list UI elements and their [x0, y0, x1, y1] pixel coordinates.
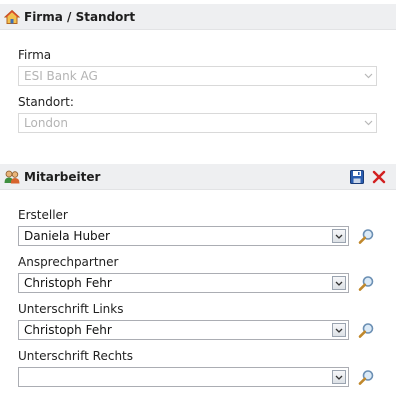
signature-left-select-value: Christoph Fehr [24, 323, 112, 337]
people-icon [4, 169, 20, 185]
employee-header: Mitarbeiter [0, 164, 396, 190]
chevron-down-icon[interactable] [332, 276, 346, 290]
chevron-down-icon [360, 73, 376, 79]
signature-left-select[interactable]: Christoph Fehr [18, 320, 349, 340]
signature-left-label: Unterschrift Links [18, 302, 124, 316]
chevron-down-icon[interactable] [332, 370, 346, 384]
employee-panel: Mitarbeiter [0, 164, 396, 190]
home-icon [4, 9, 20, 25]
company-location-panel: Firma / Standort [0, 4, 396, 30]
location-select-value: London [24, 116, 68, 130]
company-label: Firma [18, 48, 52, 62]
contact-search-icon[interactable] [357, 274, 375, 292]
company-select-value: ESI Bank AG [24, 69, 98, 83]
creator-search-icon[interactable] [357, 227, 375, 245]
contact-select-value: Christoph Fehr [24, 276, 112, 290]
company-location-header: Firma / Standort [0, 4, 396, 30]
creator-select-value: Daniela Huber [24, 229, 110, 243]
location-select[interactable]: London [18, 113, 377, 133]
company-select[interactable]: ESI Bank AG [18, 66, 377, 86]
chevron-down-icon[interactable] [332, 323, 346, 337]
employee-title: Mitarbeiter [24, 169, 101, 184]
signature-right-search-icon[interactable] [357, 368, 375, 386]
chevron-down-icon [360, 120, 376, 126]
creator-label: Ersteller [18, 208, 68, 222]
signature-right-label: Unterschrift Rechts [18, 349, 134, 363]
signature-left-search-icon[interactable] [357, 321, 375, 339]
close-icon[interactable] [371, 169, 387, 185]
company-location-title: Firma / Standort [24, 9, 136, 24]
contact-label: Ansprechpartner [18, 255, 119, 269]
signature-right-select[interactable] [18, 367, 349, 387]
location-label: Standort: [18, 95, 74, 109]
employee-header-actions [349, 169, 396, 185]
contact-select[interactable]: Christoph Fehr [18, 273, 349, 293]
chevron-down-icon[interactable] [332, 229, 346, 243]
creator-select[interactable]: Daniela Huber [18, 226, 349, 246]
save-icon[interactable] [349, 169, 365, 185]
